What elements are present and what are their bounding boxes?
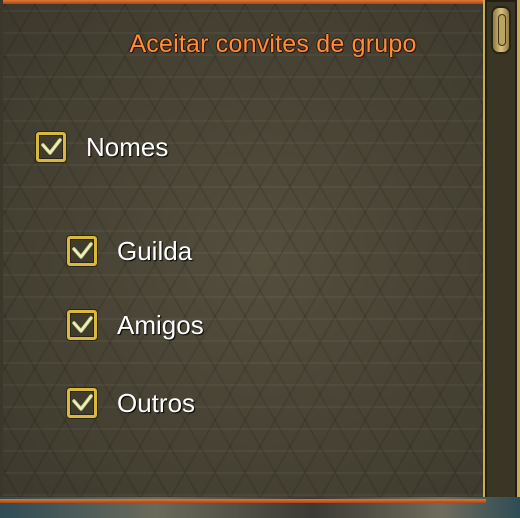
left-edge [0, 0, 3, 500]
amigos-label: Amigos [117, 309, 204, 340]
panel-title: Aceitar convites de grupo [129, 30, 417, 58]
scroll-thumb[interactable] [491, 6, 511, 54]
group-invite-settings-panel: Aceitar convites de grupo Nomes Guilda A… [0, 0, 520, 518]
checkmark-icon [72, 316, 93, 333]
checkmark-icon [72, 394, 93, 411]
option-amigos[interactable]: Amigos [67, 308, 204, 342]
outros-checkbox[interactable] [67, 388, 97, 418]
option-guilda[interactable]: Guilda [67, 234, 192, 268]
top-border [0, 0, 486, 4]
outros-label: Outros [117, 387, 196, 418]
guilda-label: Guilda [117, 235, 193, 266]
option-outros[interactable]: Outros [67, 386, 195, 420]
nomes-label: Nomes [86, 131, 169, 162]
option-nomes[interactable]: Nomes [36, 130, 168, 164]
checkmark-icon [72, 242, 93, 259]
checkmark-icon [41, 138, 62, 155]
amigos-checkbox[interactable] [67, 310, 97, 340]
bottom-border [0, 499, 486, 503]
nomes-checkbox[interactable] [36, 132, 66, 162]
scrollbar-track[interactable] [483, 0, 520, 500]
guilda-checkbox[interactable] [67, 236, 97, 266]
